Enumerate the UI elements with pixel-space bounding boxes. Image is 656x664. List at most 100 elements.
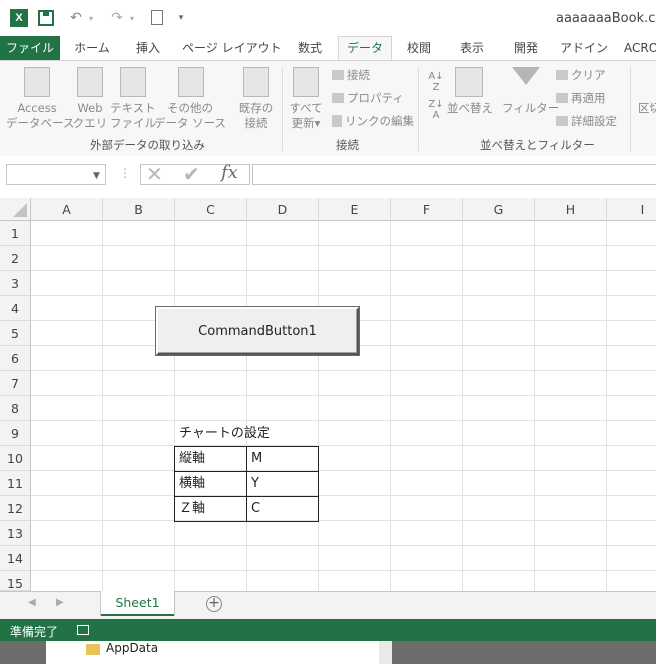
gridline bbox=[31, 370, 656, 371]
filter-button[interactable]: フィルター bbox=[502, 101, 559, 116]
cancel-icon[interactable]: ✕ bbox=[146, 162, 163, 186]
from-other-sources-button[interactable]: その他の データ ソース bbox=[152, 101, 228, 131]
cell-d10[interactable]: M bbox=[246, 446, 319, 472]
enter-check-icon[interactable]: ✔ bbox=[183, 162, 200, 186]
tab-file[interactable]: ファイル bbox=[0, 36, 60, 60]
row-header-12[interactable]: 12 bbox=[0, 496, 31, 521]
row-header-15[interactable]: 15 bbox=[0, 571, 31, 591]
row-header-6[interactable]: 6 bbox=[0, 346, 31, 371]
cell-c10[interactable]: 縦軸 bbox=[174, 446, 247, 472]
macro-record-icon[interactable] bbox=[77, 625, 89, 635]
excel-app-icon[interactable]: X bbox=[10, 9, 28, 27]
scroll-left-icon[interactable]: ◀ bbox=[28, 597, 36, 608]
undo-icon[interactable]: ↶ bbox=[68, 9, 84, 27]
tab-addins[interactable]: アドイン bbox=[558, 36, 610, 60]
text-to-columns-button[interactable]: 区切 bbox=[638, 101, 656, 116]
tab-page-layout[interactable]: ページ レイアウト bbox=[182, 36, 282, 60]
row-header-14[interactable]: 14 bbox=[0, 546, 31, 571]
advanced-filter-icon bbox=[556, 116, 568, 126]
column-header-e[interactable]: E bbox=[319, 198, 391, 221]
insert-function-icon[interactable]: fx bbox=[221, 162, 238, 183]
column-header-c[interactable]: C bbox=[175, 198, 247, 221]
row-header-5[interactable]: 5 bbox=[0, 321, 31, 346]
row-header-11[interactable]: 11 bbox=[0, 471, 31, 496]
existing-connections-label-2: 接続 bbox=[244, 116, 268, 130]
redo-icon[interactable]: ↷ bbox=[109, 9, 125, 27]
edit-links-button[interactable]: リンクの編集 bbox=[332, 113, 414, 129]
column-header-f[interactable]: F bbox=[391, 198, 463, 221]
folder-item-appdata[interactable]: AppData bbox=[106, 641, 158, 655]
from-access-button[interactable]: Access データベース bbox=[6, 101, 74, 131]
select-all-corner[interactable] bbox=[0, 198, 31, 221]
clear-filter-label: クリア bbox=[571, 68, 606, 82]
from-web-button[interactable]: Web クエリ bbox=[72, 101, 108, 131]
column-header-i[interactable]: I bbox=[607, 198, 656, 221]
cell-c11[interactable]: 横軸 bbox=[174, 471, 247, 497]
customize-qat-icon[interactable]: ▾ bbox=[176, 9, 186, 27]
existing-connections-button[interactable]: 既存の 接続 bbox=[234, 101, 278, 131]
row-header-8[interactable]: 8 bbox=[0, 396, 31, 421]
gridline bbox=[31, 395, 656, 396]
column-header-h[interactable]: H bbox=[535, 198, 607, 221]
cell-d12[interactable]: C bbox=[246, 496, 319, 522]
row-header-7[interactable]: 7 bbox=[0, 371, 31, 396]
explorer-scrollbar[interactable] bbox=[379, 641, 392, 664]
clear-filter-icon bbox=[556, 70, 568, 80]
properties-button[interactable]: プロパティ bbox=[332, 90, 404, 106]
refresh-all-button[interactable]: すべて 更新▾ bbox=[286, 101, 326, 131]
advanced-filter-button[interactable]: 詳細設定 bbox=[556, 113, 617, 129]
row-header-9[interactable]: 9 bbox=[0, 421, 31, 446]
advanced-filter-label: 詳細設定 bbox=[571, 114, 617, 128]
reapply-button[interactable]: 再適用 bbox=[556, 90, 606, 106]
name-box[interactable] bbox=[6, 164, 106, 185]
tab-developer[interactable]: 開発 bbox=[504, 36, 548, 60]
name-box-dropdown-icon[interactable]: ▼ bbox=[93, 171, 100, 181]
formula-input[interactable] bbox=[252, 164, 656, 185]
connections-button[interactable]: 接続 bbox=[332, 67, 370, 83]
tab-formulas[interactable]: 数式 bbox=[288, 36, 332, 60]
tab-data[interactable]: データ bbox=[338, 36, 392, 60]
row-header-2[interactable]: 2 bbox=[0, 246, 31, 271]
sort-ascending-icon[interactable]: A↓ Z bbox=[428, 71, 444, 93]
row-header-10[interactable]: 10 bbox=[0, 446, 31, 471]
connections-icon bbox=[332, 70, 344, 80]
column-header-b[interactable]: B bbox=[103, 198, 175, 221]
redo-dropdown-icon[interactable]: ▾ bbox=[127, 9, 137, 27]
row-header-1[interactable]: 1 bbox=[0, 221, 31, 246]
sort-icon bbox=[455, 67, 483, 97]
add-sheet-icon[interactable]: + bbox=[206, 596, 222, 612]
cell-c9[interactable]: チャートの設定 bbox=[175, 422, 270, 446]
column-header-g[interactable]: G bbox=[463, 198, 535, 221]
column-header-a[interactable]: A bbox=[31, 198, 103, 221]
gridline bbox=[31, 445, 656, 446]
gridline bbox=[31, 295, 656, 296]
sheet-tab-sheet1[interactable]: Sheet1 bbox=[101, 591, 174, 616]
row-header-3[interactable]: 3 bbox=[0, 271, 31, 296]
cell-d11[interactable]: Y bbox=[246, 471, 319, 497]
gridline bbox=[534, 221, 535, 591]
tab-view[interactable]: 表示 bbox=[450, 36, 494, 60]
tab-insert[interactable]: 挿入 bbox=[126, 36, 170, 60]
tab-acrobat[interactable]: ACRO bbox=[624, 36, 656, 60]
properties-label: プロパティ bbox=[347, 91, 404, 105]
row-header-13[interactable]: 13 bbox=[0, 521, 31, 546]
gridline bbox=[31, 570, 656, 571]
new-document-icon[interactable] bbox=[151, 10, 163, 25]
tab-home[interactable]: ホーム bbox=[68, 36, 116, 60]
row-header-4[interactable]: 4 bbox=[0, 296, 31, 321]
undo-dropdown-icon[interactable]: ▾ bbox=[86, 9, 96, 27]
refresh-all-label-1: すべて bbox=[289, 101, 323, 115]
column-header-d[interactable]: D bbox=[247, 198, 319, 221]
save-icon[interactable] bbox=[38, 10, 54, 26]
command-button[interactable]: CommandButton1 bbox=[156, 307, 359, 355]
scroll-right-icon[interactable]: ▶ bbox=[56, 597, 64, 608]
group-separator bbox=[418, 67, 419, 151]
tab-review[interactable]: 校閲 bbox=[398, 36, 440, 60]
from-text-button[interactable]: テキスト ファイル bbox=[110, 101, 156, 131]
formula-bar-splitter-icon[interactable]: ⋮ bbox=[119, 166, 131, 180]
clear-filter-button[interactable]: クリア bbox=[556, 67, 606, 83]
sort-button[interactable]: 並べ替え bbox=[447, 101, 493, 116]
sort-descending-icon[interactable]: Z↓ A bbox=[428, 99, 444, 121]
from-web-label-1: Web bbox=[77, 101, 103, 115]
cell-c12[interactable]: Ｚ軸 bbox=[174, 496, 247, 522]
